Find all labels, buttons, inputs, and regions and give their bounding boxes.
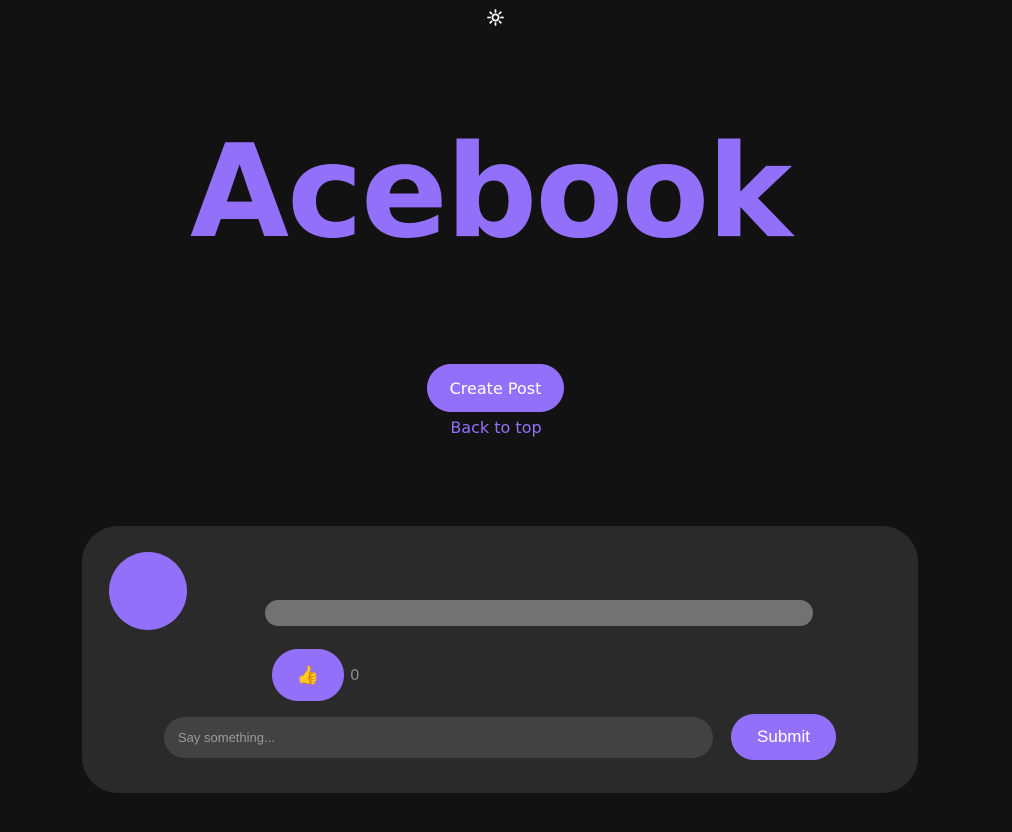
theme-toggle-button[interactable] (487, 9, 504, 26)
page: Acebook Create Post Back to top 👍 0 Subm… (0, 0, 1012, 832)
app-logo-title: Acebook (190, 118, 792, 267)
like-button[interactable]: 👍 (272, 649, 344, 701)
post-content-placeholder (265, 600, 813, 626)
submit-comment-button[interactable]: Submit (731, 714, 836, 760)
thumbs-up-icon: 👍 (296, 665, 320, 685)
avatar (109, 552, 187, 630)
comment-input[interactable] (164, 717, 713, 758)
post-card: 👍 0 Submit (82, 526, 918, 793)
create-post-button[interactable]: Create Post (427, 364, 564, 412)
like-count: 0 (350, 666, 360, 684)
sun-icon (487, 9, 504, 26)
back-to-top-link[interactable]: Back to top (396, 418, 596, 437)
